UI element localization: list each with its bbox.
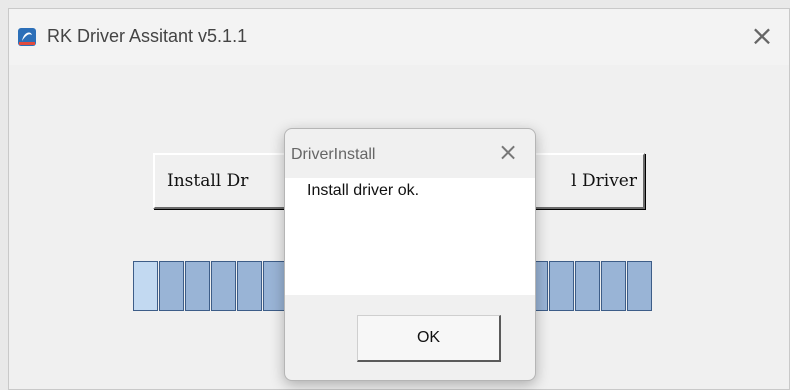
progress-segment [211, 261, 236, 311]
uninstall-driver-button[interactable]: l Driver [533, 153, 645, 209]
app-logo-icon [18, 28, 36, 46]
window-title: RK Driver Assitant v5.1.1 [47, 26, 248, 46]
driver-install-dialog: DriverInstall × Install driver ok. OK [284, 128, 536, 381]
progress-segment [627, 261, 652, 311]
dialog-close-icon[interactable]: × [497, 140, 519, 164]
uninstall-driver-label: l Driver [571, 171, 637, 191]
progress-segment [185, 261, 210, 311]
progress-segment [549, 261, 574, 311]
ok-button[interactable]: OK [357, 315, 501, 362]
progress-segment [575, 261, 600, 311]
dialog-title: DriverInstall [291, 146, 376, 163]
progress-segment [601, 261, 626, 311]
install-driver-button[interactable]: Install Dr [153, 153, 293, 209]
progress-segment [159, 261, 184, 311]
close-icon[interactable]: × [749, 22, 775, 50]
dialog-message: Install driver ok. [307, 182, 420, 199]
title-bar: RK Driver Assitant v5.1.1 × [9, 9, 789, 65]
progress-segment [133, 261, 158, 311]
progress-segment [237, 261, 262, 311]
ok-button-label: OK [416, 329, 441, 346]
install-driver-label: Install Dr [167, 171, 249, 191]
